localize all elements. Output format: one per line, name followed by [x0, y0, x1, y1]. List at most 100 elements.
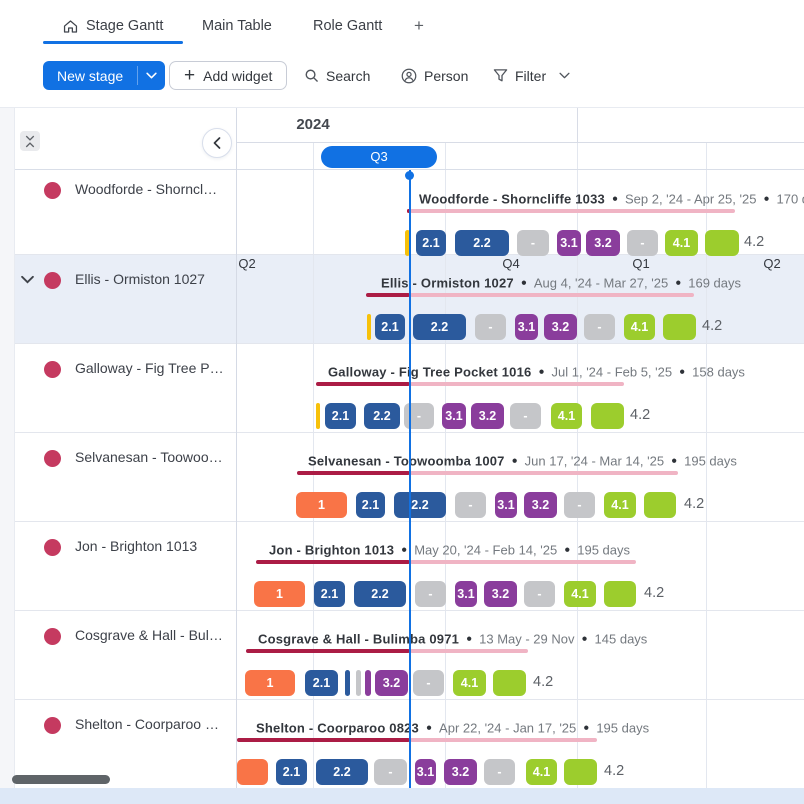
stage-chip[interactable]	[356, 670, 361, 696]
stage-chip[interactable]: 3.1	[442, 403, 466, 429]
stage-chip[interactable]: 4.1	[453, 670, 486, 696]
stage-chip[interactable]: -	[627, 230, 658, 256]
bullet-separator: ●	[512, 456, 518, 467]
stage-chip[interactable]	[591, 403, 624, 429]
sidebar-row-name[interactable]: Selvanesan - Toowoo…	[75, 449, 223, 465]
stage-chip[interactable]: -	[455, 492, 486, 518]
stage-chip[interactable]: 2.2	[413, 314, 466, 340]
project-title: Galloway - Fig Tree Pocket 1016	[328, 365, 531, 380]
year-row-border	[236, 142, 804, 143]
stage-chip[interactable]: -	[475, 314, 506, 340]
stage-chip[interactable]: 4.1	[526, 759, 557, 785]
stage-chip[interactable]: -	[584, 314, 615, 340]
stage-chip[interactable]: 2.2	[394, 492, 446, 518]
stage-chip[interactable]: 3.1	[515, 314, 538, 340]
stage-chip[interactable]: 3.2	[586, 230, 620, 256]
stage-chip[interactable]	[663, 314, 696, 340]
stage-chip[interactable]	[365, 670, 371, 696]
stage-chip[interactable]	[237, 759, 268, 785]
stage-chip[interactable]: 4.1	[551, 403, 582, 429]
stage-chip[interactable]: 1	[296, 492, 347, 518]
stage-chip[interactable]: 3.2	[524, 492, 557, 518]
stage-chip[interactable]: -	[484, 759, 515, 785]
stage-chip[interactable]: 1	[254, 581, 305, 607]
new-stage-button[interactable]: New stage	[43, 61, 165, 90]
project-days: 195 days	[596, 721, 649, 736]
add-tab-button[interactable]: +	[414, 13, 424, 39]
sidebar-row-name[interactable]: Cosgrave & Hall - Bul…	[75, 627, 223, 643]
gantt-row-label: Shelton - Coorparoo 0823●Apr 22, '24 - J…	[256, 721, 649, 736]
project-title: Shelton - Coorparoo 0823	[256, 721, 419, 736]
bullet-separator: ●	[466, 634, 472, 645]
sidebar-row-name[interactable]: Woodforde - Shorncl…	[75, 181, 217, 197]
person-filter-button[interactable]: Person	[401, 62, 468, 89]
chevron-down-icon[interactable]	[138, 61, 165, 90]
stage-chip[interactable]: 4.1	[665, 230, 698, 256]
row-expand-chevron-icon[interactable]	[21, 275, 34, 284]
search-button[interactable]: Search	[304, 62, 370, 89]
stage-chip[interactable]	[564, 759, 597, 785]
stage-chip[interactable]	[493, 670, 526, 696]
stage-chip[interactable]: -	[510, 403, 541, 429]
stage-chip[interactable]	[345, 670, 350, 696]
progress-bar-elapsed	[366, 293, 410, 297]
stage-chip[interactable]: 3.1	[495, 492, 517, 518]
tab-role-gantt[interactable]: Role Gantt	[313, 13, 382, 39]
stage-chip[interactable]: -	[564, 492, 595, 518]
stage-chip[interactable]: 2.2	[364, 403, 400, 429]
stage-chip[interactable]: 4.1	[624, 314, 655, 340]
stage-chip[interactable]: 3.2	[471, 403, 504, 429]
stage-chip[interactable]: 2.1	[325, 403, 356, 429]
stage-chip[interactable]: -	[415, 581, 446, 607]
chevron-down-icon[interactable]	[559, 72, 570, 79]
new-stage-label: New stage	[43, 61, 137, 90]
tab-label: Main Table	[202, 18, 272, 34]
filter-button[interactable]: Filter	[493, 62, 570, 89]
row-status-dot	[44, 628, 61, 645]
collapse-panel-button[interactable]	[202, 128, 232, 158]
stage-chip[interactable]: 2.1	[305, 670, 338, 696]
stage-chip[interactable]: 2.2	[455, 230, 509, 256]
search-label: Search	[326, 68, 370, 84]
stage-chip[interactable]: 3.2	[375, 670, 408, 696]
stage-chip[interactable]	[644, 492, 676, 518]
stage-chip[interactable]: 3.1	[557, 230, 581, 256]
stage-chip[interactable]: 4.1	[564, 581, 596, 607]
stage-chip[interactable]: 2.1	[356, 492, 385, 518]
stage-chip[interactable]: 2.1	[276, 759, 307, 785]
project-title: Woodforde - Shorncliffe 1033	[419, 192, 605, 207]
sidebar-row-name[interactable]: Shelton - Coorparoo …	[75, 716, 219, 732]
stage-chip[interactable]: 2.1	[375, 314, 405, 340]
stage-chip[interactable]	[705, 230, 739, 256]
progress-bar-elapsed	[297, 471, 410, 475]
sidebar-row-name[interactable]: Ellis - Ormiston 1027	[75, 271, 205, 287]
stage-chip[interactable]: 2.2	[354, 581, 406, 607]
stage-chip[interactable]: 3.1	[455, 581, 477, 607]
stage-chip[interactable]: -	[524, 581, 555, 607]
stage-chip[interactable]: 3.2	[484, 581, 517, 607]
stage-chip[interactable]: 2.1	[314, 581, 345, 607]
stage-chip[interactable]: 3.2	[444, 759, 477, 785]
stage-chip[interactable]	[367, 314, 371, 340]
stage-chip-outside-label: 4.2	[684, 496, 704, 512]
stage-chip[interactable]: 2.1	[416, 230, 446, 256]
progress-bar-remaining	[410, 471, 678, 475]
collapse-rows-button[interactable]	[20, 131, 40, 151]
stage-chip[interactable]: -	[374, 759, 407, 785]
sidebar-row-name[interactable]: Galloway - Fig Tree P…	[75, 360, 224, 376]
stage-chip[interactable]: 2.2	[316, 759, 368, 785]
stage-chip[interactable]: 3.1	[415, 759, 436, 785]
add-widget-button[interactable]: + Add widget	[169, 61, 287, 90]
horizontal-scrollbar-thumb[interactable]	[12, 775, 110, 784]
stage-chip[interactable]	[316, 403, 320, 429]
stage-chip[interactable]: 4.1	[604, 492, 636, 518]
stage-chip[interactable]: 3.2	[544, 314, 577, 340]
sidebar-row-name[interactable]: Jon - Brighton 1013	[75, 538, 197, 554]
tab-main-table[interactable]: Main Table	[202, 13, 272, 39]
tab-stage-gantt[interactable]: Stage Gantt	[62, 13, 163, 39]
stage-chip[interactable]: -	[517, 230, 549, 256]
quarter-pill-current[interactable]: Q3	[321, 146, 437, 168]
stage-chip[interactable]: 1	[245, 670, 295, 696]
stage-chip[interactable]	[604, 581, 636, 607]
stage-chip[interactable]: -	[413, 670, 444, 696]
